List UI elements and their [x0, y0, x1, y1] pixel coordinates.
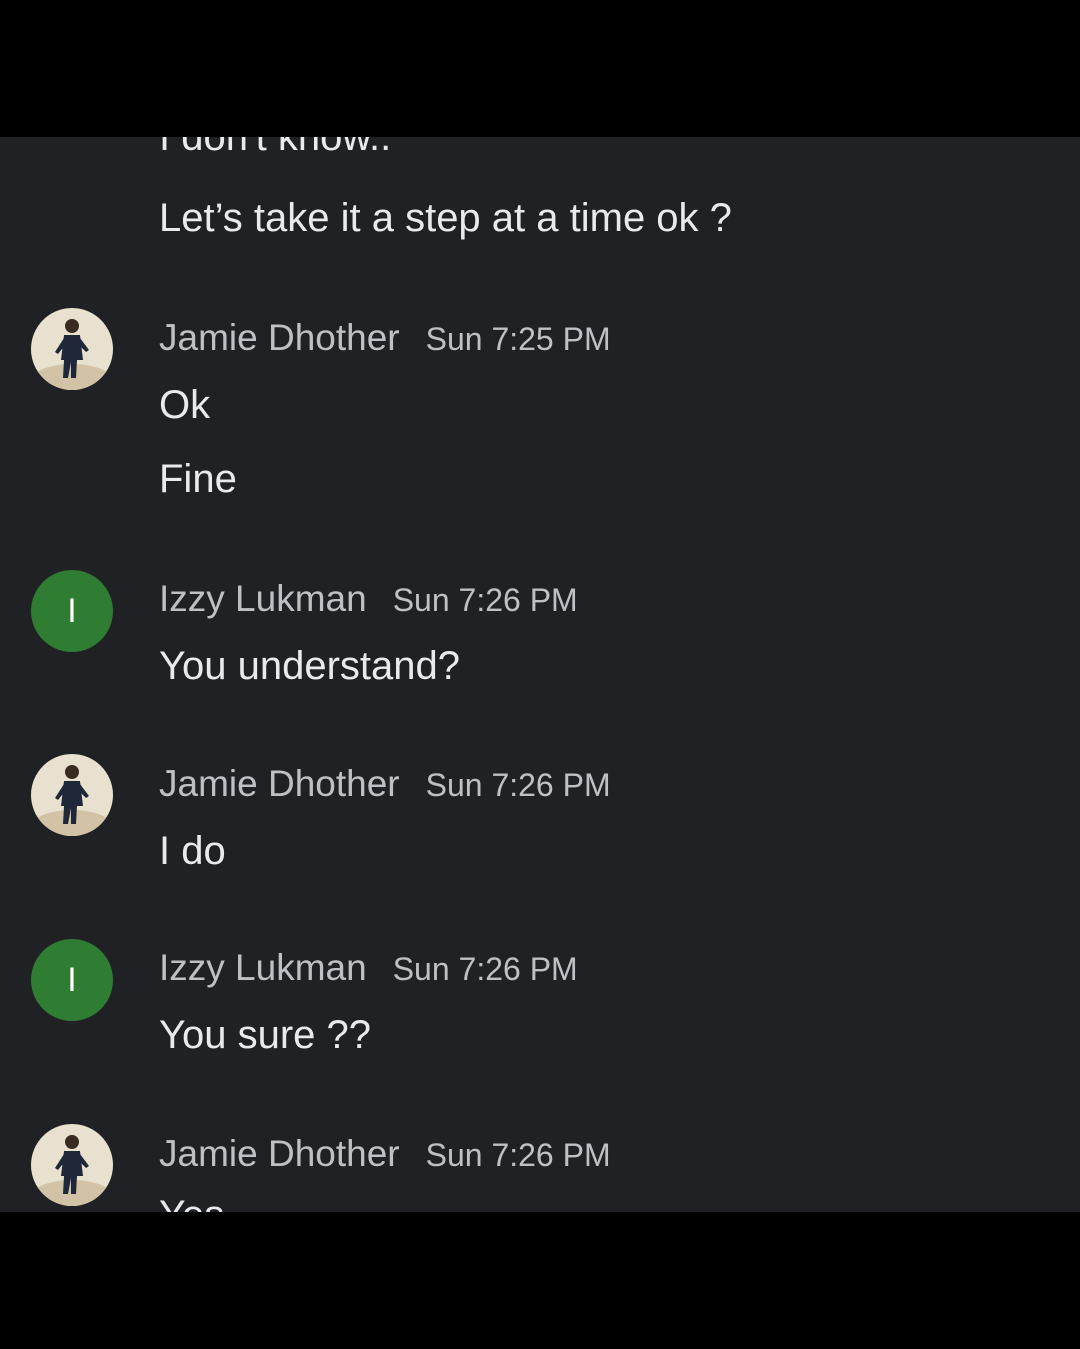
top-letterbox	[0, 0, 1080, 137]
avatar-jamie[interactable]	[31, 308, 113, 390]
chat-thread[interactable]: I don't know.. Let’s take it a step at a…	[0, 137, 1080, 1212]
message-text: You understand?	[159, 644, 461, 688]
bottom-letterbox	[0, 1212, 1080, 1349]
avatar-initial: I	[67, 591, 77, 630]
avatar-jamie[interactable]	[31, 754, 113, 836]
timestamp: Sun 7:26 PM	[425, 767, 611, 803]
timestamp: Sun 7:26 PM	[425, 1137, 611, 1173]
sender-name: Jamie Dhother	[159, 763, 400, 804]
avatar-izzy[interactable]: I	[31, 939, 113, 1021]
message-text: You sure ??	[159, 1013, 372, 1057]
timestamp: Sun 7:26 PM	[392, 582, 578, 618]
person-photo-icon	[31, 308, 113, 390]
avatar-initial: I	[67, 960, 77, 999]
sender-name: Jamie Dhother	[159, 1133, 400, 1174]
message-text: I don't know..	[159, 137, 392, 159]
person-photo-icon	[31, 754, 113, 836]
timestamp: Sun 7:25 PM	[425, 321, 611, 357]
timestamp: Sun 7:26 PM	[392, 951, 578, 987]
avatar-jamie[interactable]	[31, 1124, 113, 1206]
message-text: Yes	[159, 1191, 224, 1212]
person-photo-icon	[31, 1124, 113, 1206]
message-text: Fine	[159, 457, 237, 501]
sender-name: Izzy Lukman	[159, 578, 367, 619]
avatar-izzy[interactable]: I	[31, 570, 113, 652]
sender-name: Jamie Dhother	[159, 317, 400, 358]
sender-name: Izzy Lukman	[159, 947, 367, 988]
message-text: Let’s take it a step at a time ok ?	[159, 196, 732, 240]
message-text: Ok	[159, 383, 211, 427]
message-text: I do	[159, 829, 226, 873]
